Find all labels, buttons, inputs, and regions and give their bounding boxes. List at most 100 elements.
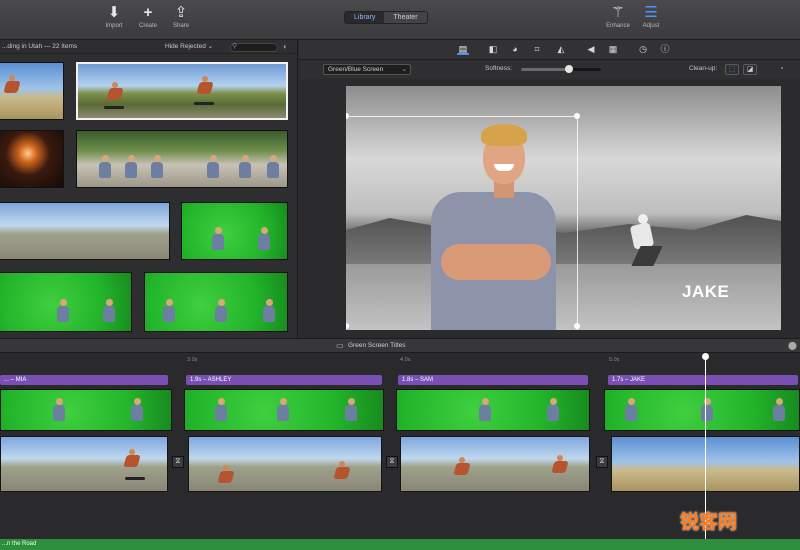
zoom-slider-icon[interactable]: ⬤ [788, 341, 797, 350]
skater-figure [123, 449, 141, 471]
clip-thumbnail[interactable] [0, 62, 64, 120]
overlay-clip[interactable] [184, 389, 384, 431]
share-icon: ⇪ [174, 4, 188, 21]
person-figure [99, 155, 111, 183]
film-icon: ▭ [336, 341, 344, 350]
crop-frame-edge [346, 116, 578, 117]
chevron-down-icon: ⌄ [401, 66, 407, 73]
overlay-mode-select[interactable]: Green/Blue Screen ⌄ [323, 64, 411, 75]
adjust-button[interactable]: ☰ Adjust [634, 4, 668, 36]
clean-up-eraser-button[interactable]: ◪ [743, 64, 757, 75]
background-hills [346, 215, 781, 266]
enhance-button[interactable]: ⚚ Enhance [601, 4, 635, 36]
overlay-clip[interactable] [604, 389, 800, 431]
skateboard [125, 477, 145, 480]
softness-slider[interactable] [521, 65, 601, 73]
timeline-header: ▭ Green Screen Titles ⬤ [0, 338, 800, 353]
softness-slider-knob[interactable] [565, 65, 573, 73]
green-screen-clip[interactable] [144, 272, 288, 332]
plus-icon: + [143, 4, 153, 21]
event-title: ...ding in Utah — 22 Items [2, 43, 78, 50]
crop-handle[interactable] [574, 113, 580, 119]
volume-icon[interactable]: ◀ [585, 44, 597, 55]
toolbar: ⬇ Import + Create ⇪ Share Library Theate… [0, 0, 800, 40]
noise-reduction-icon[interactable]: ▦ [607, 44, 619, 55]
background-skater [624, 214, 664, 274]
crop-icon[interactable]: ⌗ [531, 44, 543, 55]
library-theater-toggle: Library Theater [344, 11, 428, 24]
primary-clip[interactable] [188, 436, 382, 492]
green-screen-clip[interactable] [181, 202, 288, 260]
person-figure [53, 398, 65, 426]
title-clip-mia[interactable]: ... – MIA [0, 375, 168, 385]
skater-figure [106, 82, 124, 104]
skater-figure [196, 76, 214, 98]
clip-info-icon[interactable]: ⓘ [659, 44, 671, 55]
clean-up-brush-button[interactable]: ⬚ [725, 64, 739, 75]
title-clip-jake[interactable]: 1.7s – JAKE [608, 375, 798, 385]
search-input[interactable] [230, 43, 278, 52]
create-button[interactable]: + Create [131, 4, 165, 36]
green-screen-clip[interactable] [0, 272, 132, 332]
crop-handle[interactable] [346, 113, 349, 119]
tab-library[interactable]: Library [345, 12, 385, 23]
person-figure [277, 398, 289, 426]
crop-frame-edge [577, 116, 578, 330]
import-arrow-icon: ⬇ [107, 4, 121, 21]
ruler-mark: 4.0s [400, 357, 411, 363]
stabilization-icon[interactable]: ◭ [555, 44, 567, 55]
view-options-icon[interactable]: ◐ [283, 40, 288, 54]
adjust-label: Adjust [642, 23, 660, 29]
transition-icon[interactable]: ⧖ [596, 456, 608, 468]
clip-thumbnail[interactable] [0, 202, 170, 260]
tab-theater[interactable]: Theater [384, 12, 427, 23]
person-figure [125, 155, 137, 183]
title-clip-sam[interactable]: 1.8s – SAM [398, 375, 588, 385]
skater-figure [453, 457, 471, 479]
filter-label: Hide Rejected [165, 43, 206, 50]
clip-thumbnail-selected[interactable] [76, 62, 288, 120]
title-clip-ashley[interactable]: 1.9s – ASHLEY [186, 375, 382, 385]
crop-handle[interactable] [574, 323, 580, 329]
browser-header: ...ding in Utah — 22 Items Hide Rejected… [0, 40, 297, 54]
overlay-clip[interactable] [0, 389, 172, 431]
overlay-clip[interactable] [396, 389, 590, 431]
person-figure [547, 398, 559, 426]
person-figure [701, 398, 713, 426]
project-title: Green Screen Titles [348, 342, 406, 349]
lower-third-title: JAKE [682, 282, 730, 301]
person-figure [207, 155, 219, 183]
skater-figure [551, 455, 569, 477]
speed-icon[interactable]: ◷ [637, 44, 649, 55]
color-balance-icon[interactable]: ◧ [487, 44, 499, 55]
overlay-settings: Green/Blue Screen ⌄ Softness: Clean-up: … [299, 61, 800, 79]
person-figure [479, 398, 491, 426]
skater-figure [333, 461, 351, 483]
media-browser: ...ding in Utah — 22 Items Hide Rejected… [0, 40, 298, 338]
primary-clip[interactable] [0, 436, 168, 492]
reset-icon[interactable]: ▫ [775, 64, 789, 75]
create-label: Create [138, 23, 157, 29]
person-figure [215, 398, 227, 426]
clip-thumbnail[interactable] [76, 130, 288, 188]
color-correction-icon[interactable]: ◕ [509, 44, 521, 55]
import-button[interactable]: ⬇ Import [97, 4, 131, 36]
person-figure [345, 398, 357, 426]
person-figure [151, 155, 163, 183]
video-overlay-icon[interactable]: ▤ [457, 44, 469, 55]
ruler-mark: 3.0s [187, 357, 198, 363]
viewer-canvas[interactable]: JAKE [346, 86, 781, 330]
playhead-handle[interactable] [702, 353, 709, 360]
hide-rejected-filter[interactable]: Hide Rejected ⌄ [165, 40, 213, 54]
clip-thumbnail[interactable] [0, 130, 64, 188]
share-button[interactable]: ⇪ Share [164, 4, 198, 36]
primary-clip[interactable] [400, 436, 590, 492]
transition-icon[interactable]: ⧖ [386, 456, 398, 468]
background-music-track[interactable]: ...n the Road [0, 539, 800, 550]
transition-icon[interactable]: ⧖ [172, 456, 184, 468]
ruler-mark: 5.0s [609, 357, 620, 363]
person-figure [773, 398, 785, 426]
magic-wand-icon: ⚚ [611, 4, 625, 21]
skateboard [194, 102, 214, 105]
overlay-mode-value: Green/Blue Screen [328, 66, 384, 73]
